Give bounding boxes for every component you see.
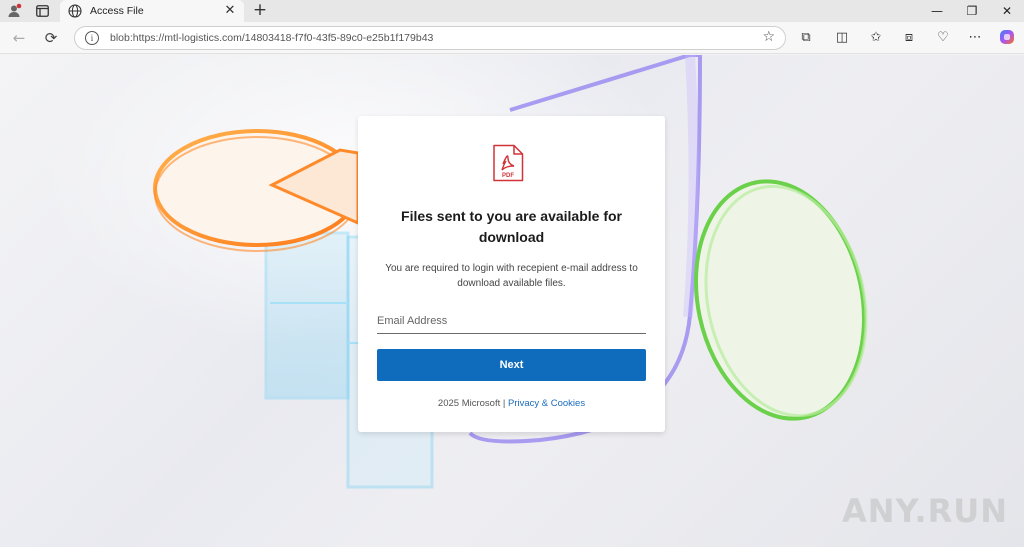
new-tab-button[interactable]: +	[250, 0, 270, 22]
profile-icon[interactable]	[4, 2, 24, 20]
browser-essentials-icon[interactable]: ♡	[934, 29, 952, 47]
more-options-icon[interactable]: ⋯	[966, 29, 984, 47]
next-button[interactable]: Next	[377, 349, 646, 381]
pdf-icon: PDF	[493, 144, 524, 182]
favorite-star-icon[interactable]: ☆	[762, 29, 775, 45]
pdf-icon-label: PDF	[502, 173, 514, 179]
browser-toolbar: ← ⟳ i blob:https://mtl-logistics.com/148…	[0, 22, 1024, 54]
page-title: Files sent to you are available for down…	[401, 208, 622, 245]
back-arrow-icon[interactable]: ←	[8, 28, 30, 48]
tab-actions-icon[interactable]	[32, 2, 52, 20]
tab-access-file[interactable]: Access File ✕	[60, 0, 244, 22]
refresh-icon[interactable]: ⟳	[40, 28, 62, 48]
site-info-icon[interactable]: i	[85, 31, 99, 45]
close-tab-icon[interactable]: ✕	[222, 3, 238, 19]
login-card: PDF Files sent to you are available for …	[358, 116, 665, 432]
page-content: PDF Files sent to you are available for …	[0, 55, 1024, 547]
email-field[interactable]	[377, 308, 646, 334]
copilot-icon[interactable]	[998, 29, 1016, 47]
favorites-icon[interactable]: ✩	[867, 29, 885, 47]
address-bar[interactable]: i blob:https://mtl-logistics.com/1480341…	[74, 26, 786, 50]
close-window-button[interactable]: ✕	[990, 0, 1024, 22]
minimize-button[interactable]: —	[920, 0, 954, 22]
anyrun-watermark: ANY.RUN	[842, 492, 1008, 530]
login-instructions: You are required to login with recepient…	[385, 263, 638, 289]
split-screen-icon[interactable]: ◫	[833, 29, 851, 47]
tab-title: Access File	[90, 5, 144, 17]
collections-icon[interactable]: ⧈	[900, 29, 918, 47]
url-text: blob:https://mtl-logistics.com/14803418-…	[110, 32, 434, 44]
copyright-text: 2025 Microsoft |	[437, 398, 506, 409]
globe-icon	[68, 4, 82, 18]
privacy-cookies-link[interactable]: Privacy & Cookies	[508, 398, 585, 409]
title-bar: Access File ✕ + — ❐ ✕	[0, 0, 1024, 22]
extensions-icon[interactable]: ⧉	[797, 29, 815, 47]
restore-button[interactable]: ❐	[955, 0, 989, 22]
card-footer: 2025 Microsoft | Privacy & Cookies	[358, 398, 665, 409]
